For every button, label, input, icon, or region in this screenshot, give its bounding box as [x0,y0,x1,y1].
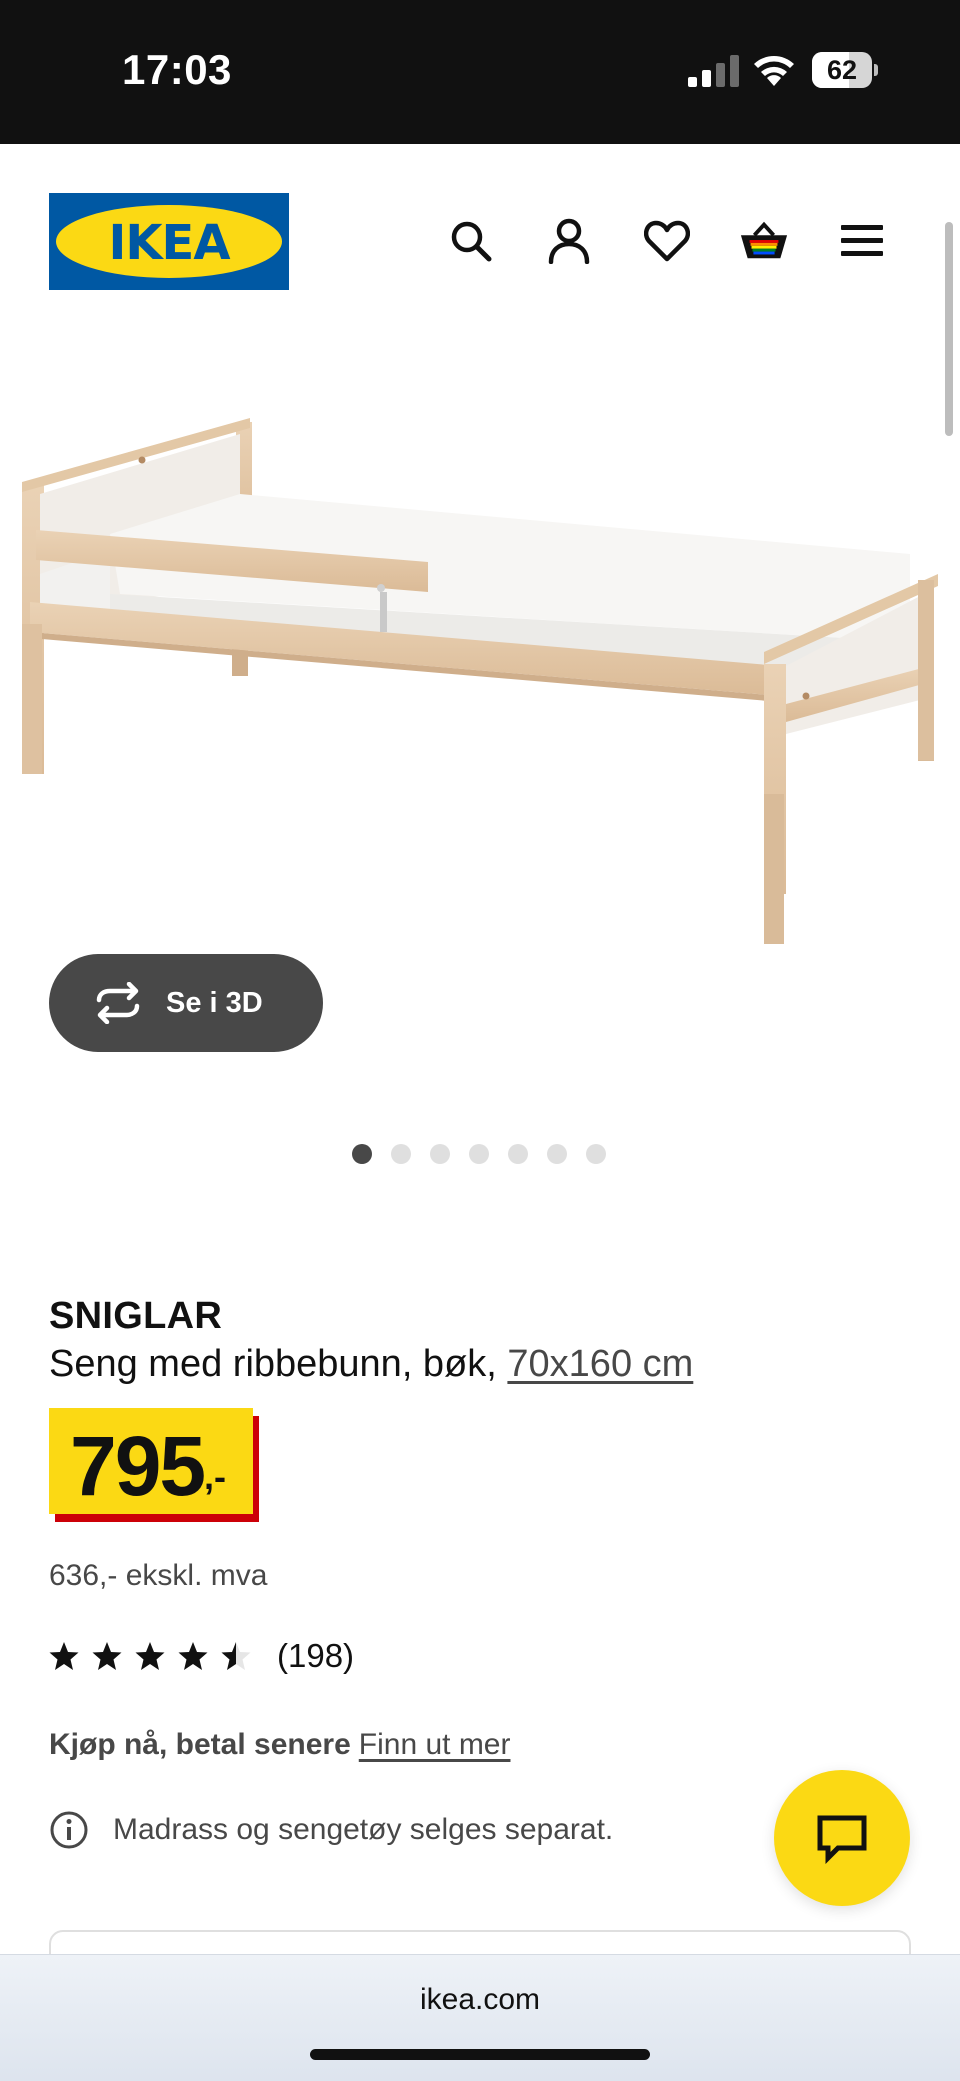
site-header: IKEA [0,144,960,294]
separate-sale-notice: Madrass og sengetøy selges separat. [49,1810,613,1850]
product-rating[interactable]: (198) [49,1637,355,1674]
notice-text: Madrass og sengetøy selges separat. [113,1813,614,1846]
status-bar: 17:03 62 [0,0,960,144]
rotate-3d-icon [96,982,140,1024]
chat-bubble-icon [817,1815,867,1864]
star-icon [178,1642,208,1670]
browser-address-bar[interactable]: ikea.com [0,1954,960,2081]
carousel-dot[interactable] [586,1144,606,1164]
image-carousel-dots [352,1144,606,1166]
product-description-text: Seng med ribbebunn, bøk, [49,1343,508,1385]
carousel-dot[interactable] [547,1144,567,1164]
star-icon [49,1642,79,1670]
menu-icon[interactable] [837,216,887,266]
price-excluding-vat: 636,- ekskl. mva [49,1559,268,1592]
chat-button[interactable] [774,1770,910,1906]
search-icon[interactable] [446,216,496,266]
bnpl-learn-more-link[interactable]: Finn ut mer [359,1728,511,1761]
half-star-icon [221,1642,251,1670]
browser-url[interactable]: ikea.com [0,1983,960,2017]
view-in-3d-label: Se i 3D [166,987,263,1019]
bnpl-text: Kjøp nå, betal senere [49,1728,351,1761]
info-icon [50,1811,88,1849]
star-icon [92,1642,122,1670]
view-in-3d-button[interactable]: Se i 3D [49,954,323,1052]
ikea-logo[interactable]: IKEA [49,193,289,290]
carousel-dot[interactable] [352,1144,372,1164]
logo-text: IKEA [108,215,231,271]
heart-icon[interactable] [642,216,692,266]
status-time: 17:03 [122,46,232,93]
carousel-dot[interactable] [391,1144,411,1164]
price-integer: 795 [70,1419,206,1513]
home-indicator[interactable] [310,2049,650,2060]
rating-stars [49,1641,251,1671]
product-description: Seng med ribbebunn, bøk, 70x160 cm [49,1343,693,1386]
carousel-dot[interactable] [430,1144,450,1164]
cellular-signal-icon [688,55,739,87]
star-icon [135,1642,165,1670]
basket-icon[interactable] [739,216,789,266]
product-image[interactable] [0,294,960,994]
carousel-dot[interactable] [508,1144,528,1164]
buy-now-pay-later: Kjøp nå, betal senere Finn ut mer [49,1728,510,1762]
profile-icon[interactable] [544,216,594,266]
battery-percent: 62 [826,55,858,85]
price-decimal: ,- [204,1456,226,1497]
carousel-dot[interactable] [469,1144,489,1164]
battery-icon: 62 [812,52,878,88]
review-count: (198) [277,1637,355,1674]
wifi-icon [754,56,794,86]
product-name: SNIGLAR [49,1295,223,1337]
size-link[interactable]: 70x160 cm [507,1343,693,1385]
